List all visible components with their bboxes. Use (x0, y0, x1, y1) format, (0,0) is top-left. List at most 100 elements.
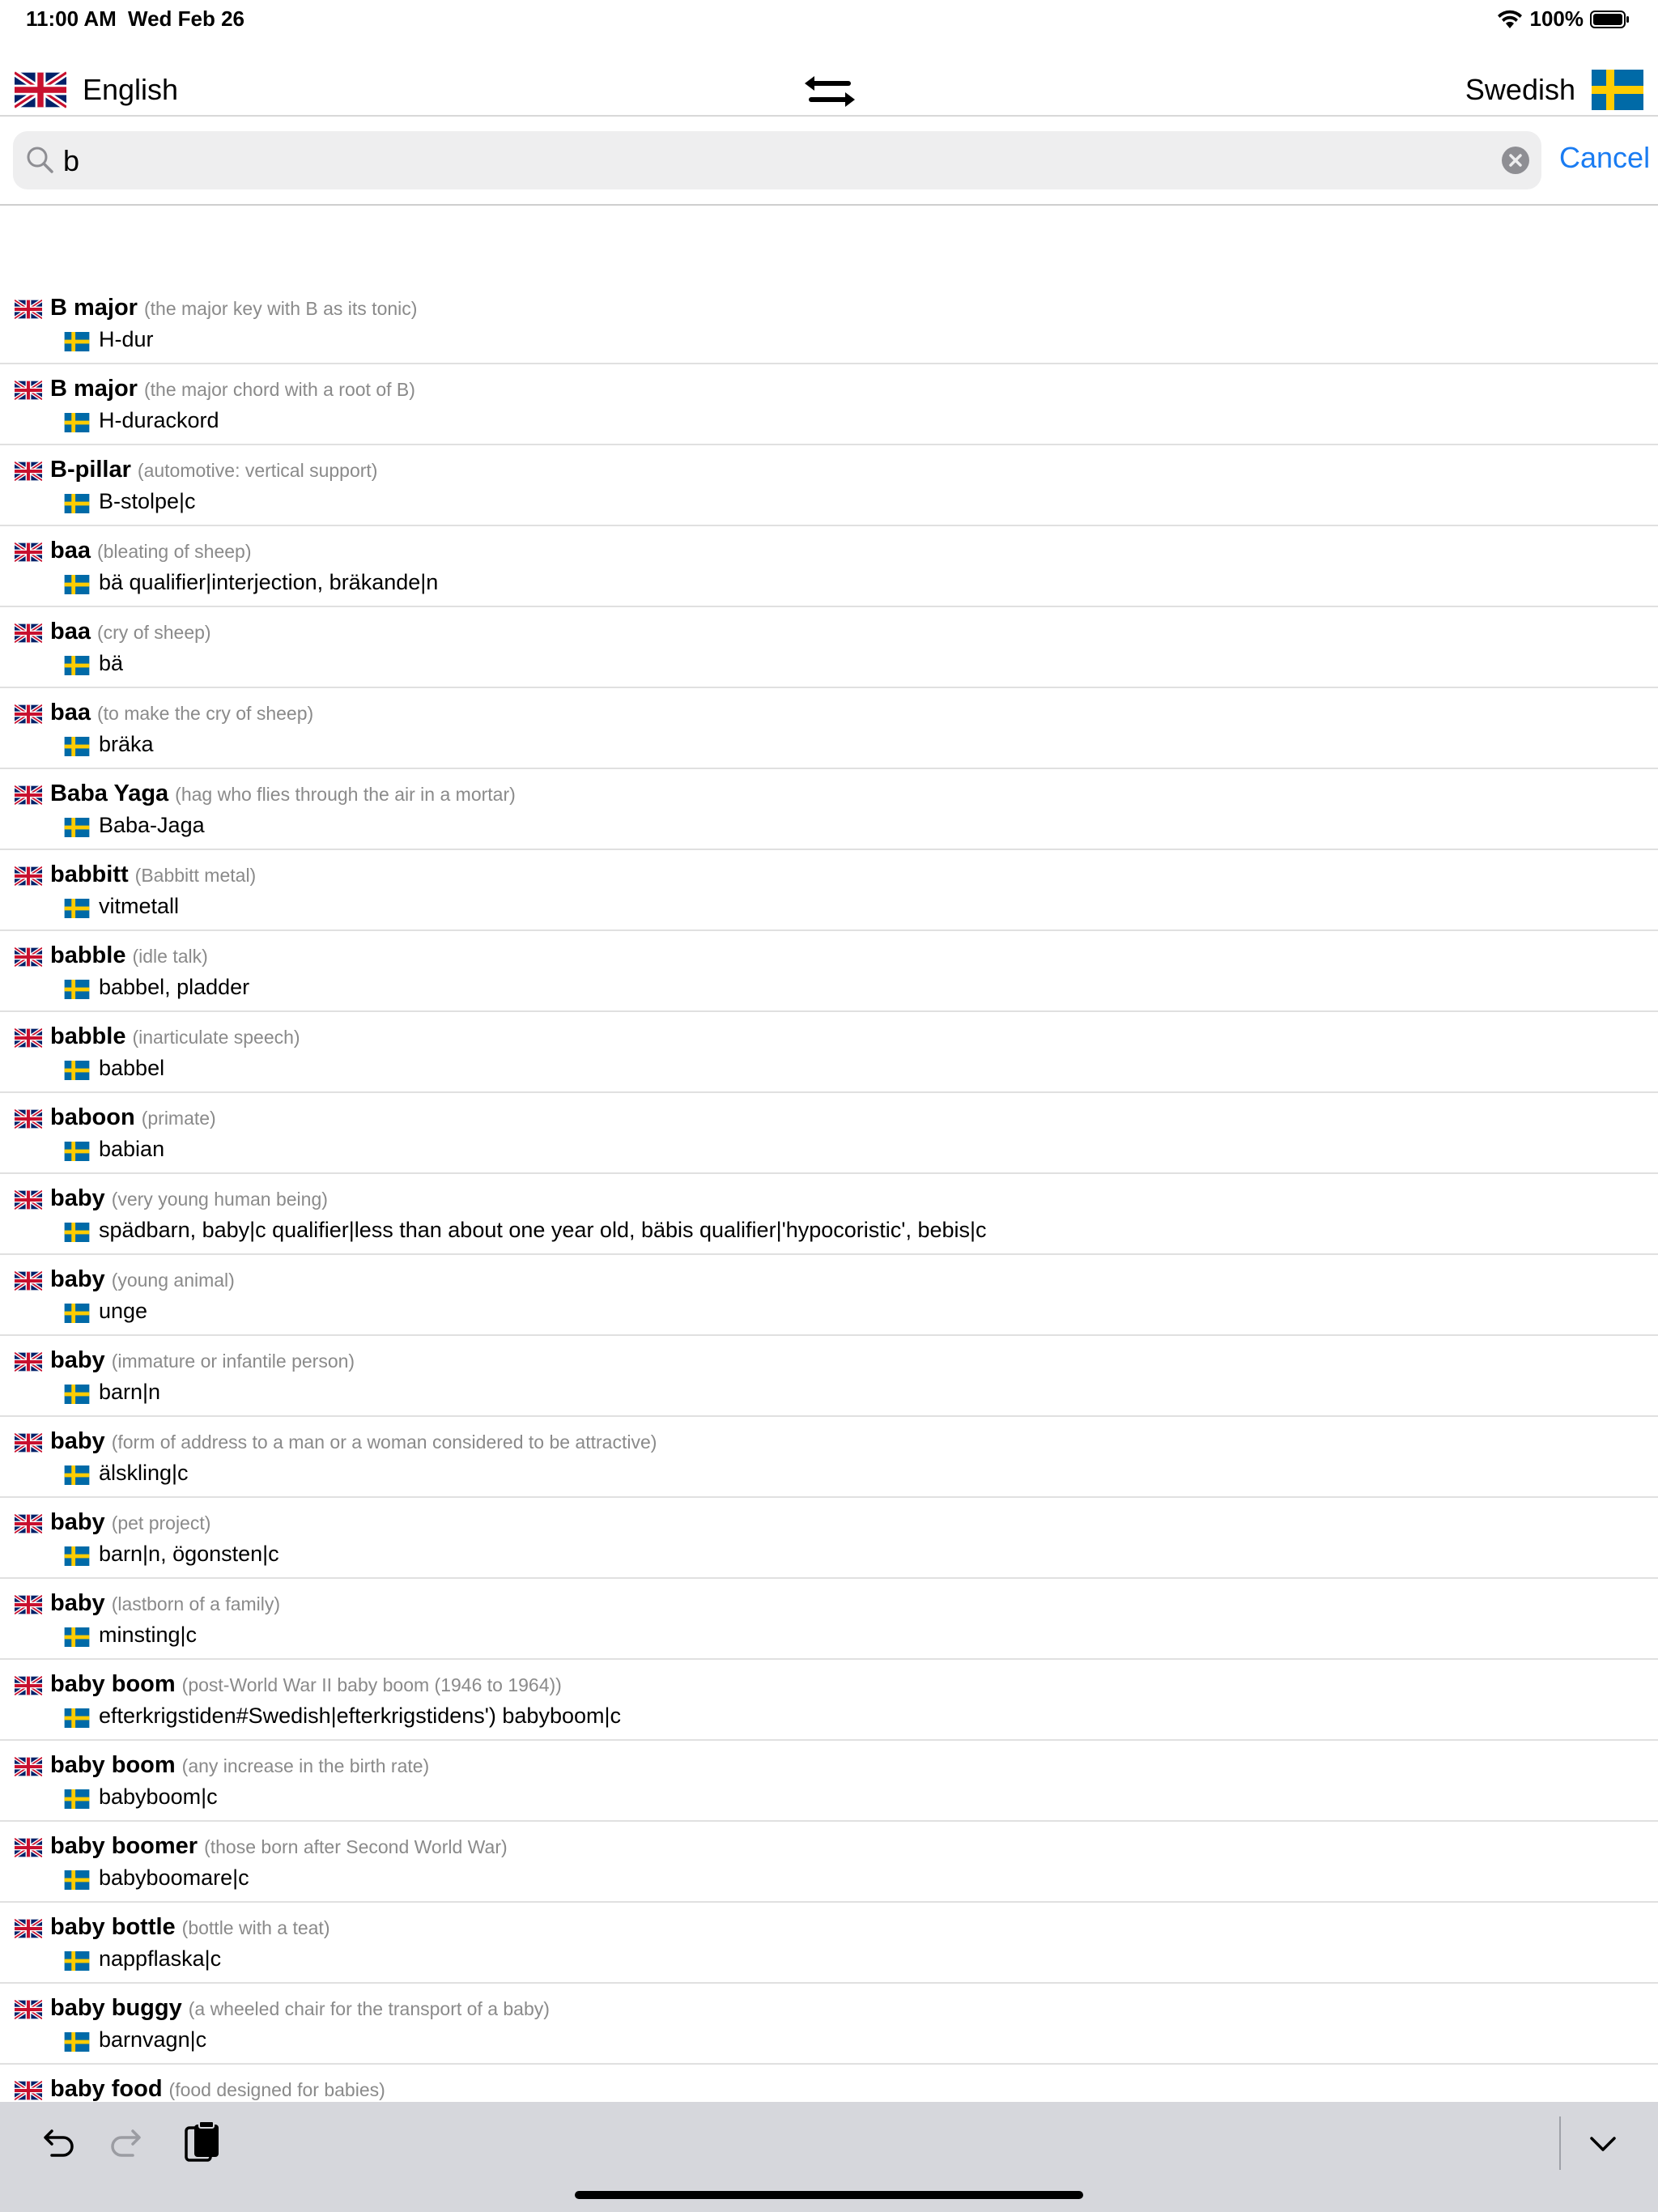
result-row[interactable]: baby (pet project) barn|n, ögonsten|c (0, 1498, 1658, 1579)
headword: baby (50, 1347, 105, 1373)
result-row[interactable]: baby (form of address to a man or a woman… (0, 1417, 1658, 1498)
word-description: (bleating of sheep) (96, 541, 252, 562)
swedish-translation: bä qualifier|interjection, bräkande|n (99, 570, 439, 594)
word-description: (those born after Second World War) (204, 1836, 508, 1857)
headword: B major (50, 376, 138, 402)
result-row[interactable]: baby buggy (a wheeled chair for the trans… (0, 1984, 1658, 2065)
uk-flag-icon (15, 542, 42, 562)
english-word: baby (lastborn of a family) (50, 1590, 280, 1617)
undo-icon[interactable] (36, 2123, 78, 2165)
sweden-flag-icon (63, 1627, 91, 1647)
home-indicator[interactable] (575, 2191, 1083, 2199)
uk-flag-icon (15, 623, 42, 643)
result-row[interactable]: baby (very young human being) spädbarn, b… (0, 1174, 1658, 1255)
uk-flag-icon (15, 1514, 42, 1534)
headword: B-pillar (50, 457, 131, 483)
battery-percent: 100% (1529, 6, 1584, 31)
swedish-translation: babbel (99, 1056, 165, 1080)
result-row[interactable]: babble (inarticulate speech) babbel (0, 1012, 1658, 1093)
word-description: (hag who flies through the air in a mort… (175, 784, 516, 805)
english-word: B major (the major chord with a root of B… (50, 376, 415, 402)
language-header: English Swedish (0, 40, 1658, 117)
uk-flag-icon (15, 381, 42, 400)
word-description: (inarticulate speech) (132, 1027, 300, 1048)
result-row[interactable]: baby food (food designed for babies) (0, 2065, 1658, 2102)
uk-flag-icon (15, 1190, 42, 1210)
headword: babble (50, 1023, 126, 1049)
english-word: baby boom (any increase in the birth rate… (50, 1752, 429, 1779)
search-input[interactable] (62, 138, 1473, 185)
headword: baboon (50, 1104, 135, 1130)
sweden-flag-icon (63, 737, 91, 756)
word-description: (Babbitt metal) (134, 865, 257, 886)
english-word: baby buggy (a wheeled chair for the trans… (50, 1995, 550, 2022)
result-row[interactable]: baa (cry of sheep) bä (0, 607, 1658, 688)
word-description: (the major key with B as its tonic) (143, 298, 418, 319)
headword: Baba Yaga (50, 781, 169, 806)
uk-flag-icon (15, 1028, 42, 1048)
sweden-flag-icon (63, 1951, 91, 1971)
result-row[interactable]: B major (the major chord with a root of B… (0, 364, 1658, 445)
sweden-flag-icon (63, 1142, 91, 1161)
search-field[interactable] (13, 131, 1541, 189)
uk-flag-icon (15, 462, 42, 481)
sweden-flag-icon (63, 899, 91, 918)
headword: baby (50, 1509, 105, 1535)
swedish-translation: babyboom|c (99, 1784, 218, 1809)
result-row[interactable]: baa (bleating of sheep) bä qualifier|inte… (0, 526, 1658, 607)
dismiss-keyboard-icon[interactable] (1585, 2126, 1621, 2162)
word-description: (immature or infantile person) (111, 1351, 355, 1372)
sweden-flag-icon (63, 413, 91, 432)
swedish-translation: efterkrigstiden#Swedish|efterkrigstidens… (99, 1704, 621, 1728)
headword: baby (50, 1428, 105, 1454)
result-row[interactable]: B major (the major key with B as its toni… (0, 283, 1658, 364)
result-row[interactable]: baby bottle (bottle with a teat) nappflas… (0, 1903, 1658, 1984)
result-row[interactable]: Baba Yaga (hag who flies through the air … (0, 769, 1658, 850)
english-word: baby boom (post-World War II baby boom (1… (50, 1671, 562, 1698)
result-row[interactable]: B-pillar (automotive: vertical support) B… (0, 445, 1658, 526)
swedish-translation: unge (99, 1299, 148, 1323)
word-description: (form of address to a man or a woman con… (111, 1431, 657, 1453)
swedish-translation: spädbarn, baby|c qualifier|less than abo… (99, 1218, 987, 1242)
result-row[interactable]: baby (immature or infantile person) barn|… (0, 1336, 1658, 1417)
result-row[interactable]: baa (to make the cry of sheep) bräka (0, 688, 1658, 769)
uk-flag-icon (15, 1271, 42, 1291)
result-row[interactable]: baby boom (any increase in the birth rate… (0, 1741, 1658, 1822)
headword: babble (50, 942, 126, 968)
headword: babbitt (50, 861, 129, 887)
redo-icon[interactable] (107, 2123, 149, 2165)
result-row[interactable]: babble (idle talk) babbel, pladder (0, 931, 1658, 1012)
swedish-translation: Baba-Jaga (99, 813, 205, 837)
result-row[interactable]: baby boom (post-World War II baby boom (1… (0, 1660, 1658, 1741)
sweden-flag-icon (63, 818, 91, 837)
sweden-flag-icon (63, 1870, 91, 1890)
result-row[interactable]: babbitt (Babbitt metal) vitmetall (0, 850, 1658, 931)
uk-flag-icon[interactable] (15, 70, 66, 110)
result-row[interactable]: baby boomer (those born after Second Worl… (0, 1822, 1658, 1903)
sweden-flag-icon[interactable] (1592, 70, 1643, 110)
result-row[interactable]: baby (lastborn of a family) minsting|c (0, 1579, 1658, 1660)
headword: baa (50, 700, 91, 725)
paste-icon[interactable] (181, 2120, 223, 2165)
swap-languages-icon[interactable] (801, 71, 858, 112)
result-row[interactable]: baby (young animal) unge (0, 1255, 1658, 1336)
cancel-button[interactable]: Cancel (1559, 141, 1650, 175)
swedish-translation: H-durackord (99, 408, 219, 432)
english-word: baby (very young human being) (50, 1185, 328, 1212)
english-word: baby (immature or infantile person) (50, 1347, 355, 1374)
sweden-flag-icon (63, 656, 91, 675)
clear-search-icon[interactable] (1501, 146, 1530, 175)
swedish-translation: babyboomare|c (99, 1865, 249, 1890)
headword: baa (50, 619, 91, 644)
target-language-button[interactable]: Swedish (1465, 73, 1575, 107)
source-language-button[interactable]: English (83, 73, 178, 107)
headword: baby boom (50, 1671, 176, 1697)
uk-flag-icon (15, 1595, 42, 1614)
uk-flag-icon (15, 704, 42, 724)
sweden-flag-icon (63, 575, 91, 594)
swedish-translation: babian (99, 1137, 165, 1161)
english-word: Baba Yaga (hag who flies through the air … (50, 781, 516, 807)
result-row[interactable]: baboon (primate) babian (0, 1093, 1658, 1174)
english-word: baa (to make the cry of sheep) (50, 700, 313, 726)
uk-flag-icon (15, 300, 42, 319)
